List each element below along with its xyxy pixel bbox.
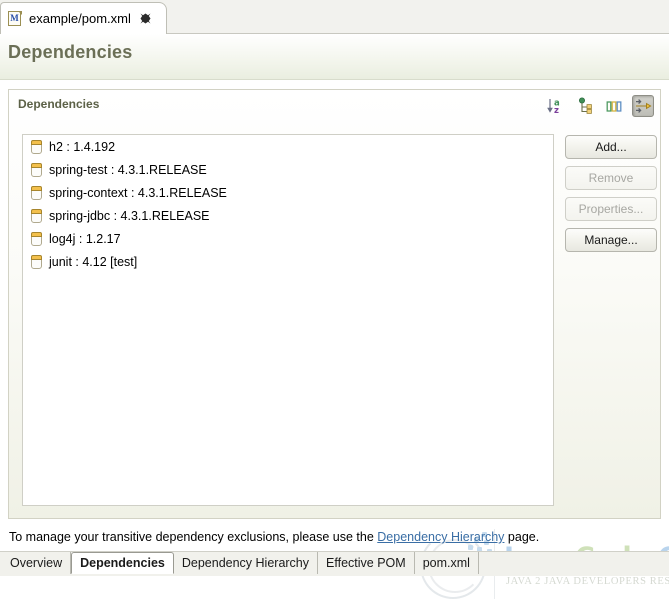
jar-icon (31, 208, 42, 223)
dependency-list[interactable]: h2 : 1.4.192 spring-test : 4.3.1.RELEASE s… (22, 134, 554, 506)
maven-pom-file-icon: M (8, 10, 22, 27)
page-title: Dependencies (8, 42, 133, 62)
watermark-subtitle: JAVA 2 JAVA DEVELOPERS RESOURCE CENTER (506, 576, 669, 587)
tab-dependency-hierarchy[interactable]: Dependency Hierarchy (174, 552, 319, 574)
dependency-list-item[interactable]: log4j : 1.2.17 (23, 227, 553, 250)
sort-alphabetically-icon[interactable]: a z (545, 95, 567, 117)
dependency-list-item[interactable]: spring-context : 4.3.1.RELEASE (23, 181, 553, 204)
manage-button[interactable]: Manage... (565, 228, 657, 252)
dependency-list-item[interactable]: h2 : 1.4.192 (23, 135, 553, 158)
tab-effective-pom[interactable]: Effective POM (318, 552, 415, 574)
svg-text:z: z (554, 106, 559, 115)
section-title: Dependencies (18, 97, 100, 111)
editor-tab-strip: M example/pom.xml (0, 0, 669, 34)
show-resolved-dependencies-icon[interactable] (632, 95, 654, 117)
form-page-tabs: Overview Dependencies Dependency Hierarchy… (0, 551, 669, 576)
dependencies-section: Dependencies a z h2: 1.4.192 spring-tes… (8, 89, 669, 599)
dependency-label: junit : 4.12 [test] (49, 254, 138, 269)
show-hierarchy-icon[interactable] (574, 95, 596, 117)
editor-tab-pom-xml[interactable]: M example/pom.xml (0, 2, 167, 34)
jar-icon (31, 254, 42, 269)
properties-button: Properties... (565, 197, 657, 221)
footer-note-text-before: To manage your transitive dependency exc… (9, 530, 378, 544)
dependency-label: spring-context : 4.3.1.RELEASE (49, 185, 227, 200)
dependency-label: spring-jdbc : 4.3.1.RELEASE (49, 208, 210, 223)
dependency-action-buttons: Add... Remove Properties... Manage... (565, 135, 657, 252)
footer-note-text-after: page. (504, 530, 540, 544)
tab-pom-xml[interactable]: pom.xml (415, 552, 479, 574)
dependency-label: h2 : 1.4.192 (49, 139, 116, 154)
dependency-hierarchy-link[interactable]: Dependency Hierarchy (377, 530, 504, 544)
section-toolbar: a z (545, 95, 654, 117)
jar-icon (31, 231, 42, 246)
remove-button: Remove (565, 166, 657, 190)
jar-icon (31, 139, 42, 154)
form-page-header: Dependencies (0, 34, 669, 80)
transitive-exclusions-note: To manage your transitive dependency exc… (9, 530, 539, 544)
jar-icon (31, 162, 42, 177)
tab-dependencies[interactable]: Dependencies (71, 552, 174, 574)
dependency-label: spring-test : 4.3.1.RELEASE (49, 162, 207, 177)
dependency-list-item[interactable]: spring-jdbc : 4.3.1.RELEASE (23, 204, 553, 227)
jar-icon (31, 185, 42, 200)
dependency-label: log4j : 1.2.17 (49, 231, 121, 246)
dependency-list-item[interactable]: junit : 4.12 [test] (23, 250, 553, 273)
tab-overview[interactable]: Overview (2, 552, 72, 574)
editor-tab-label: example/pom.xml (29, 11, 131, 26)
add-button[interactable]: Add... (565, 135, 657, 159)
dependency-list-item[interactable]: spring-test : 4.3.1.RELEASE (23, 158, 553, 181)
show-columns-icon[interactable] (603, 95, 625, 117)
close-icon[interactable] (139, 12, 152, 25)
